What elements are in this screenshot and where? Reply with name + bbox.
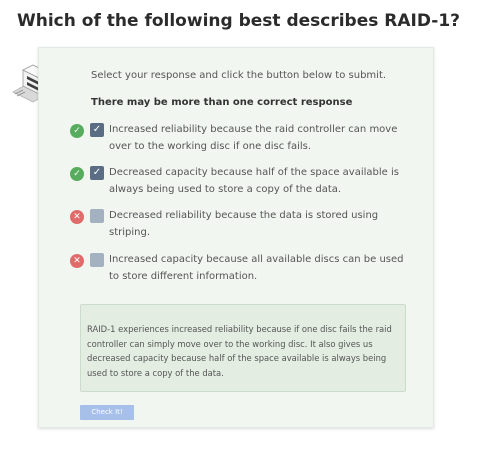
check-icon: ✓ <box>70 124 84 138</box>
option-3-checkbox[interactable] <box>90 209 104 223</box>
option-1-label[interactable]: Increased reliability because the raid c… <box>109 122 409 155</box>
option-3-label[interactable]: Decreased reliability because the data i… <box>109 208 409 241</box>
option-4-label[interactable]: Increased capacity because all available… <box>109 252 409 285</box>
question-card: Select your response and click the butto… <box>38 47 434 428</box>
option-2-checkbox[interactable]: ✓ <box>90 166 104 180</box>
question-title: Which of the following best describes RA… <box>17 11 461 31</box>
option-4-checkbox[interactable] <box>90 253 104 267</box>
page: Which of the following best describes RA… <box>0 0 495 470</box>
cross-icon: ✕ <box>70 210 84 224</box>
instructions-text: Select your response and click the butto… <box>91 70 387 81</box>
cross-icon: ✕ <box>70 254 84 268</box>
option-2-label[interactable]: Decreased capacity because half of the s… <box>109 165 409 198</box>
option-1-checkbox[interactable]: ✓ <box>90 123 104 137</box>
check-it-button[interactable]: Check It! <box>80 405 134 420</box>
check-icon: ✓ <box>70 167 84 181</box>
multiple-answers-hint: There may be more than one correct respo… <box>91 97 353 108</box>
feedback-box: RAID-1 experiences increased reliability… <box>80 304 406 392</box>
